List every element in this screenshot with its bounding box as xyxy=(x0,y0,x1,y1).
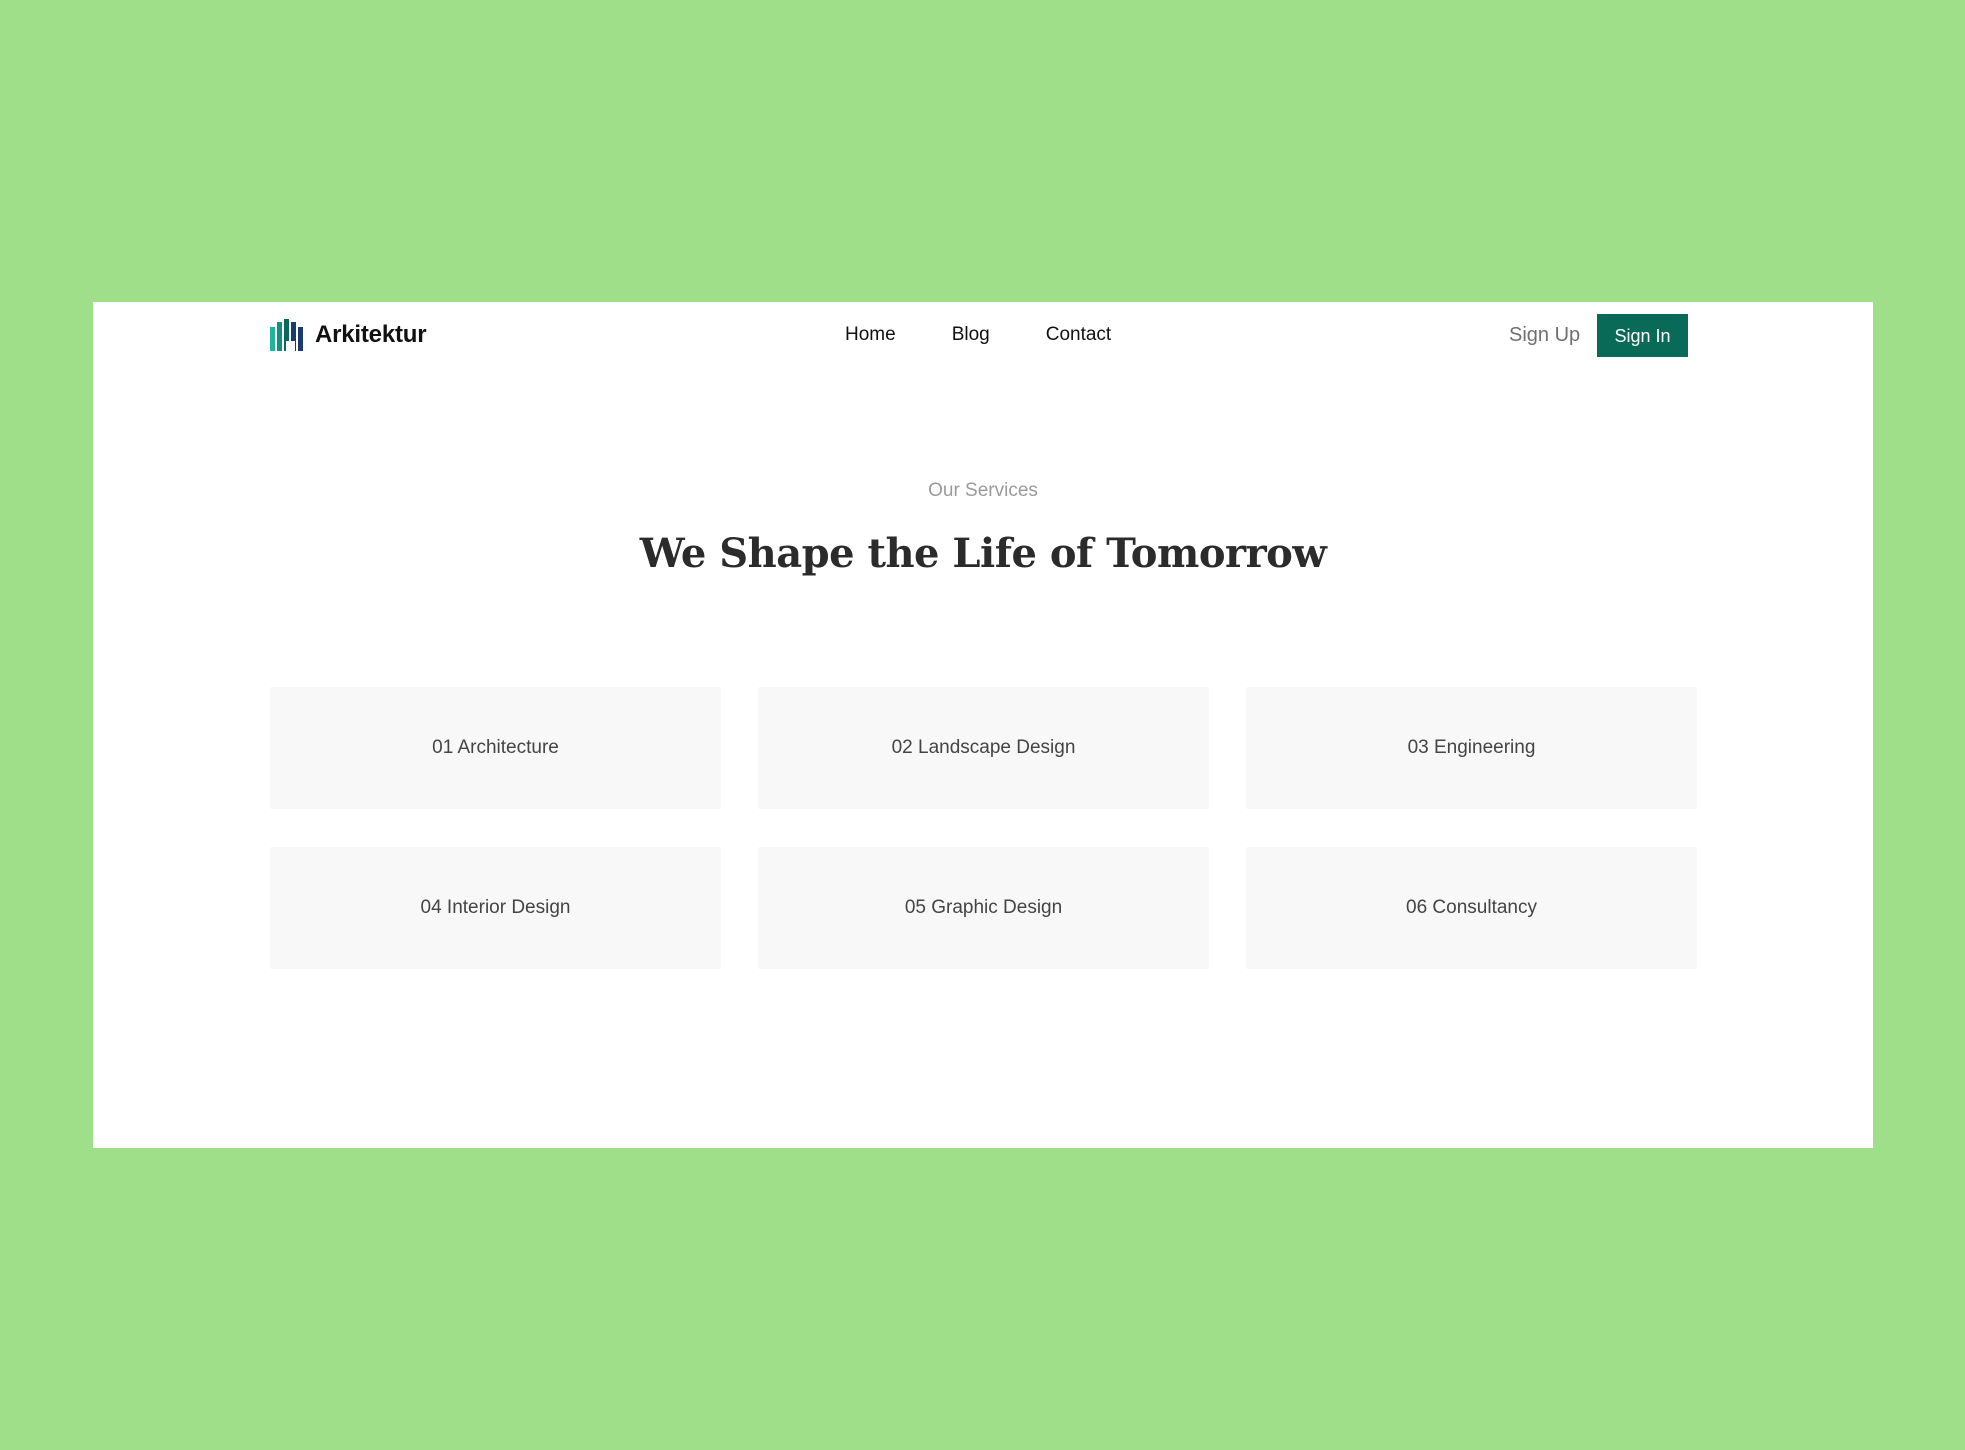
service-label: 02 Landscape Design xyxy=(891,737,1076,758)
service-label: 04 Interior Design xyxy=(420,897,571,918)
nav-link-contact[interactable]: Contact xyxy=(1046,322,1111,348)
building-bars-icon xyxy=(270,319,303,351)
section-eyebrow: Our Services xyxy=(928,480,1038,501)
service-label: 05 Graphic Design xyxy=(904,897,1063,918)
page-frame: Arkitektur Home Blog Contact Sign Up Sig… xyxy=(93,302,1873,1148)
sign-up-link[interactable]: Sign Up xyxy=(1509,322,1580,348)
sign-in-button[interactable]: Sign In xyxy=(1597,314,1688,357)
service-card-landscape-design[interactable]: 02 Landscape Design xyxy=(758,687,1209,809)
service-label: 03 Engineering xyxy=(1407,737,1536,758)
brand-link[interactable]: Arkitektur xyxy=(270,318,427,352)
service-label: 01 Architecture xyxy=(432,737,559,758)
service-card-engineering[interactable]: 03 Engineering xyxy=(1246,687,1697,809)
section-headline: We Shape the Life of Tomorrow xyxy=(639,530,1327,577)
navbar: Arkitektur Home Blog Contact Sign Up Sig… xyxy=(93,302,1873,368)
nav-link-blog[interactable]: Blog xyxy=(952,322,990,348)
nav-link-home[interactable]: Home xyxy=(845,322,896,348)
main-nav: Home Blog Contact xyxy=(845,322,1111,348)
service-label: 06 Consultancy xyxy=(1406,897,1537,918)
brand-name: Arkitektur xyxy=(315,321,427,348)
service-card-interior-design[interactable]: 04 Interior Design xyxy=(270,847,721,969)
service-card-consultancy[interactable]: 06 Consultancy xyxy=(1246,847,1697,969)
service-card-architecture[interactable]: 01 Architecture xyxy=(270,687,721,809)
service-card-graphic-design[interactable]: 05 Graphic Design xyxy=(758,847,1209,969)
services-grid: 01 Architecture 02 Landscape Design 03 E… xyxy=(270,687,1697,969)
